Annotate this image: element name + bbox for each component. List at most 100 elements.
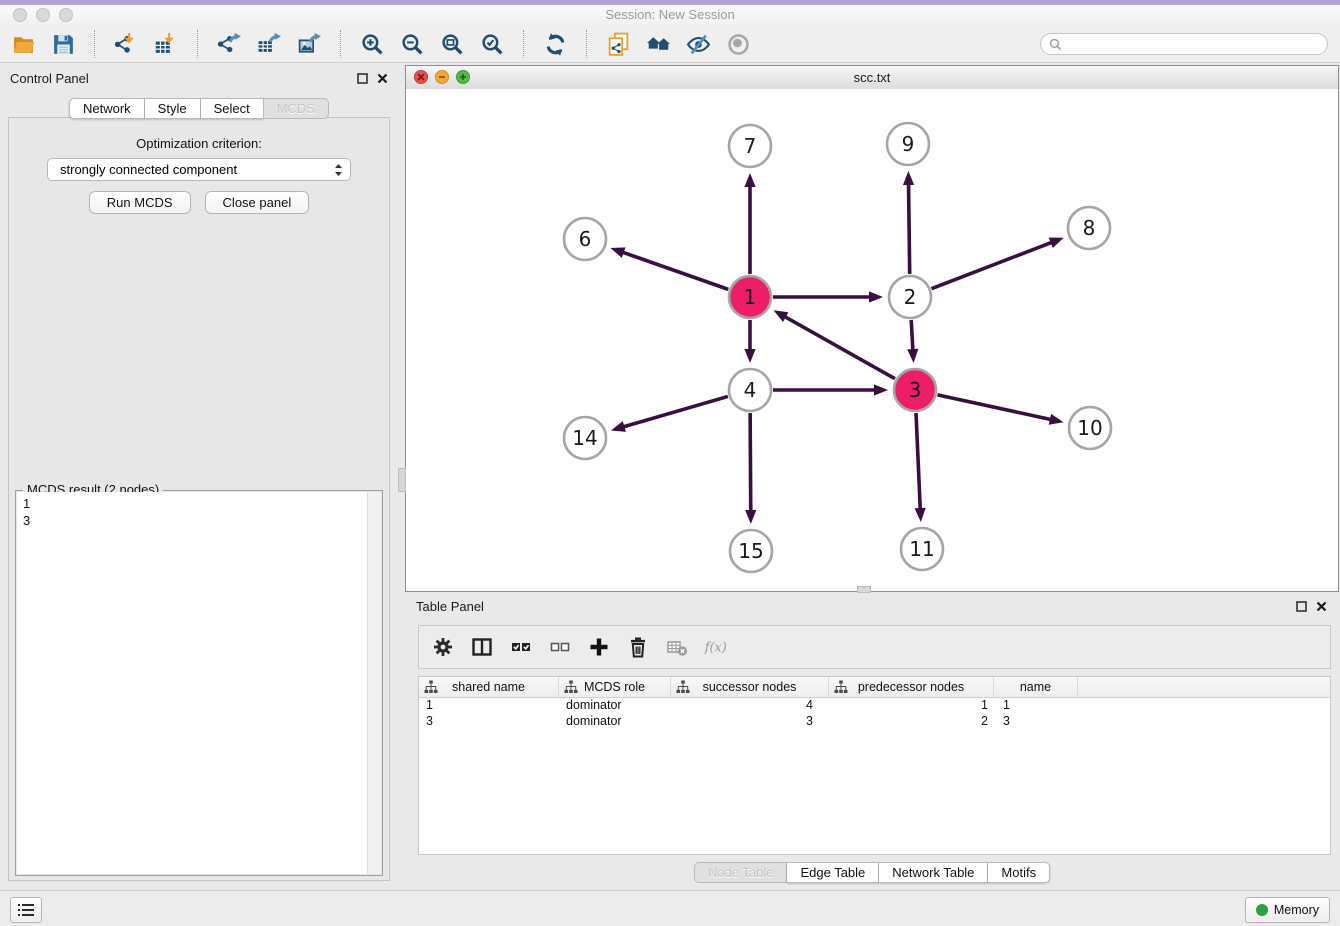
node-7[interactable]: 7 bbox=[729, 125, 771, 167]
node-label: 2 bbox=[904, 285, 917, 309]
node-6[interactable]: 6 bbox=[564, 218, 606, 260]
memory-button[interactable]: Memory bbox=[1245, 897, 1330, 923]
column-header-mcds-role[interactable]: MCDS role bbox=[559, 677, 671, 697]
node-1[interactable]: 1 bbox=[729, 276, 771, 318]
zoom-selected-icon[interactable] bbox=[479, 31, 506, 58]
edge-arrow-2-8 bbox=[1049, 238, 1064, 248]
tab-network-table[interactable]: Network Table bbox=[879, 862, 988, 883]
network-view-window: scc.txt 7 9 6 8 1 2 4 3 14 10 15 11 bbox=[405, 65, 1339, 592]
dropdown-chevrons-icon bbox=[333, 162, 344, 178]
network-canvas[interactable]: 7 9 6 8 1 2 4 3 14 10 15 11 bbox=[406, 89, 1338, 591]
network-window-titlebar[interactable]: scc.txt bbox=[406, 66, 1338, 90]
edge-3-1[interactable] bbox=[784, 316, 895, 379]
toolbar-divider bbox=[586, 30, 588, 58]
table-row[interactable]: 3dominator323 bbox=[419, 714, 1330, 730]
column-type-icon bbox=[834, 680, 848, 697]
import-network-icon[interactable] bbox=[113, 31, 140, 58]
table-cell: 1 bbox=[994, 698, 1078, 714]
edge-2-3[interactable] bbox=[911, 320, 913, 351]
edge-arrow-1-4 bbox=[744, 349, 755, 363]
run-mcds-button[interactable]: Run MCDS bbox=[89, 191, 191, 214]
zoom-in-icon[interactable] bbox=[359, 31, 386, 58]
tab-style[interactable]: Style bbox=[145, 98, 201, 119]
deselect-all-icon[interactable] bbox=[548, 635, 572, 659]
edge-1-6[interactable] bbox=[622, 252, 729, 289]
search-box[interactable] bbox=[1040, 33, 1328, 55]
delete-column-icon[interactable] bbox=[626, 635, 650, 659]
tab-motifs[interactable]: Motifs bbox=[988, 862, 1050, 883]
mcds-result-area[interactable]: 13 bbox=[17, 492, 381, 874]
edge-4-15[interactable] bbox=[750, 413, 751, 512]
node-4[interactable]: 4 bbox=[729, 369, 771, 411]
delete-table-icon[interactable] bbox=[665, 635, 689, 659]
close-panel-button[interactable]: Close panel bbox=[205, 191, 310, 214]
table-panel-title: Table Panel bbox=[416, 599, 484, 614]
search-input[interactable] bbox=[1067, 36, 1319, 52]
edge-arrow-3-1 bbox=[774, 310, 789, 322]
main-toolbar bbox=[0, 25, 1340, 63]
node-label: 14 bbox=[572, 426, 597, 450]
open-file-icon[interactable] bbox=[10, 31, 37, 58]
edge-2-9[interactable] bbox=[909, 183, 910, 274]
edge-3-10[interactable] bbox=[937, 395, 1051, 420]
zoom-out-icon[interactable] bbox=[399, 31, 426, 58]
column-header-shared-name[interactable]: shared name bbox=[419, 677, 559, 697]
tab-select[interactable]: Select bbox=[201, 98, 264, 119]
tab-mcds[interactable]: MCDS bbox=[264, 98, 329, 119]
tab-edge-table[interactable]: Edge Table bbox=[787, 862, 879, 883]
node-8[interactable]: 8 bbox=[1068, 207, 1110, 249]
save-session-icon[interactable] bbox=[50, 31, 77, 58]
node-14[interactable]: 14 bbox=[564, 417, 606, 459]
edge-4-14[interactable] bbox=[622, 396, 727, 427]
node-2[interactable]: 2 bbox=[889, 276, 931, 318]
zoom-fit-icon[interactable] bbox=[439, 31, 466, 58]
result-line: 3 bbox=[23, 512, 30, 529]
panel-splitter-grip[interactable] bbox=[398, 468, 406, 492]
node-3[interactable]: 3 bbox=[894, 369, 936, 411]
node-label: 9 bbox=[902, 132, 915, 156]
node-label: 6 bbox=[579, 227, 592, 251]
export-table-icon[interactable] bbox=[256, 31, 283, 58]
node-label: 4 bbox=[744, 378, 757, 402]
close-table-panel-icon[interactable] bbox=[1316, 601, 1327, 612]
table-cell: 1 bbox=[419, 698, 559, 714]
task-history-button[interactable] bbox=[10, 897, 42, 923]
node-15[interactable]: 15 bbox=[730, 530, 772, 572]
node-11[interactable]: 11 bbox=[901, 528, 943, 570]
mcds-result-box: MCDS result (2 nodes) 13 bbox=[15, 490, 383, 876]
refresh-icon[interactable] bbox=[542, 31, 569, 58]
float-panel-icon[interactable] bbox=[357, 73, 368, 84]
split-view-icon[interactable] bbox=[470, 635, 494, 659]
criterion-dropdown[interactable]: strongly connected component bbox=[47, 158, 351, 181]
eye-disabled-icon[interactable] bbox=[725, 31, 752, 58]
edge-2-8[interactable] bbox=[931, 242, 1052, 289]
node-9[interactable]: 9 bbox=[887, 123, 929, 165]
edge-arrow-4-15 bbox=[745, 510, 756, 524]
table-cell: 3 bbox=[419, 714, 559, 730]
edge-arrow-4-3 bbox=[874, 384, 888, 395]
edge-3-11[interactable] bbox=[916, 413, 920, 510]
settings-icon[interactable] bbox=[431, 635, 455, 659]
tab-node-table[interactable]: Node Table bbox=[694, 862, 788, 883]
function-builder-icon[interactable]: f(x) bbox=[704, 635, 728, 659]
table-row[interactable]: 1dominator411 bbox=[419, 698, 1330, 714]
float-table-panel-icon[interactable] bbox=[1296, 601, 1307, 612]
column-header-successor-nodes[interactable]: successor nodes bbox=[671, 677, 829, 697]
import-table-icon[interactable] bbox=[153, 31, 180, 58]
show-hide-graphics-icon[interactable] bbox=[685, 31, 712, 58]
add-column-icon[interactable] bbox=[587, 635, 611, 659]
result-scrollbar[interactable] bbox=[367, 492, 381, 874]
export-image-icon[interactable] bbox=[296, 31, 323, 58]
select-all-icon[interactable] bbox=[509, 635, 533, 659]
tab-network[interactable]: Network bbox=[69, 98, 145, 119]
column-header-name[interactable]: name bbox=[994, 677, 1078, 697]
networks-home-icon[interactable] bbox=[645, 31, 672, 58]
column-header-predecessor-nodes[interactable]: predecessor nodes bbox=[829, 677, 994, 697]
close-panel-icon[interactable] bbox=[377, 73, 388, 84]
horizontal-splitter-grip[interactable] bbox=[857, 586, 871, 593]
node-10[interactable]: 10 bbox=[1069, 407, 1111, 449]
export-network-icon[interactable] bbox=[216, 31, 243, 58]
edge-arrow-1-2 bbox=[869, 291, 883, 302]
duplicate-network-icon[interactable] bbox=[605, 31, 632, 58]
toolbar-divider bbox=[197, 30, 199, 58]
